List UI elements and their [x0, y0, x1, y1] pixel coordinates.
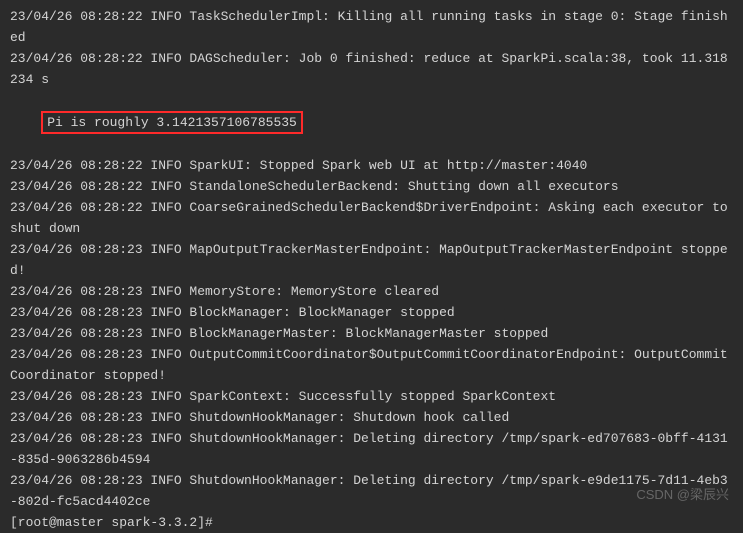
log-line: 23/04/26 08:28:23 INFO BlockManagerMaste… — [10, 323, 733, 344]
log-line: 23/04/26 08:28:23 INFO OutputCommitCoord… — [10, 344, 733, 386]
shell-prompt[interactable]: [root@master spark-3.3.2]# — [10, 512, 733, 533]
log-line: 23/04/26 08:28:23 INFO ShutdownHookManag… — [10, 407, 733, 428]
log-line: 23/04/26 08:28:23 INFO MapOutputTrackerM… — [10, 239, 733, 281]
log-line: 23/04/26 08:28:23 INFO BlockManager: Blo… — [10, 302, 733, 323]
log-line-highlighted: Pi is roughly 3.1421357106785535 — [10, 90, 733, 155]
terminal-output[interactable]: 23/04/26 08:28:22 INFO TaskSchedulerImpl… — [10, 6, 733, 533]
log-line: 23/04/26 08:28:23 INFO ShutdownHookManag… — [10, 470, 733, 512]
log-line: 23/04/26 08:28:22 INFO CoarseGrainedSche… — [10, 197, 733, 239]
log-line: 23/04/26 08:28:22 INFO StandaloneSchedul… — [10, 176, 733, 197]
log-line: 23/04/26 08:28:22 INFO SparkUI: Stopped … — [10, 155, 733, 176]
log-line: 23/04/26 08:28:23 INFO MemoryStore: Memo… — [10, 281, 733, 302]
log-line: 23/04/26 08:28:23 INFO SparkContext: Suc… — [10, 386, 733, 407]
log-line: 23/04/26 08:28:22 INFO DAGScheduler: Job… — [10, 48, 733, 90]
log-line: 23/04/26 08:28:22 INFO TaskSchedulerImpl… — [10, 6, 733, 48]
highlight-box: Pi is roughly 3.1421357106785535 — [41, 111, 303, 134]
log-line: 23/04/26 08:28:23 INFO ShutdownHookManag… — [10, 428, 733, 470]
